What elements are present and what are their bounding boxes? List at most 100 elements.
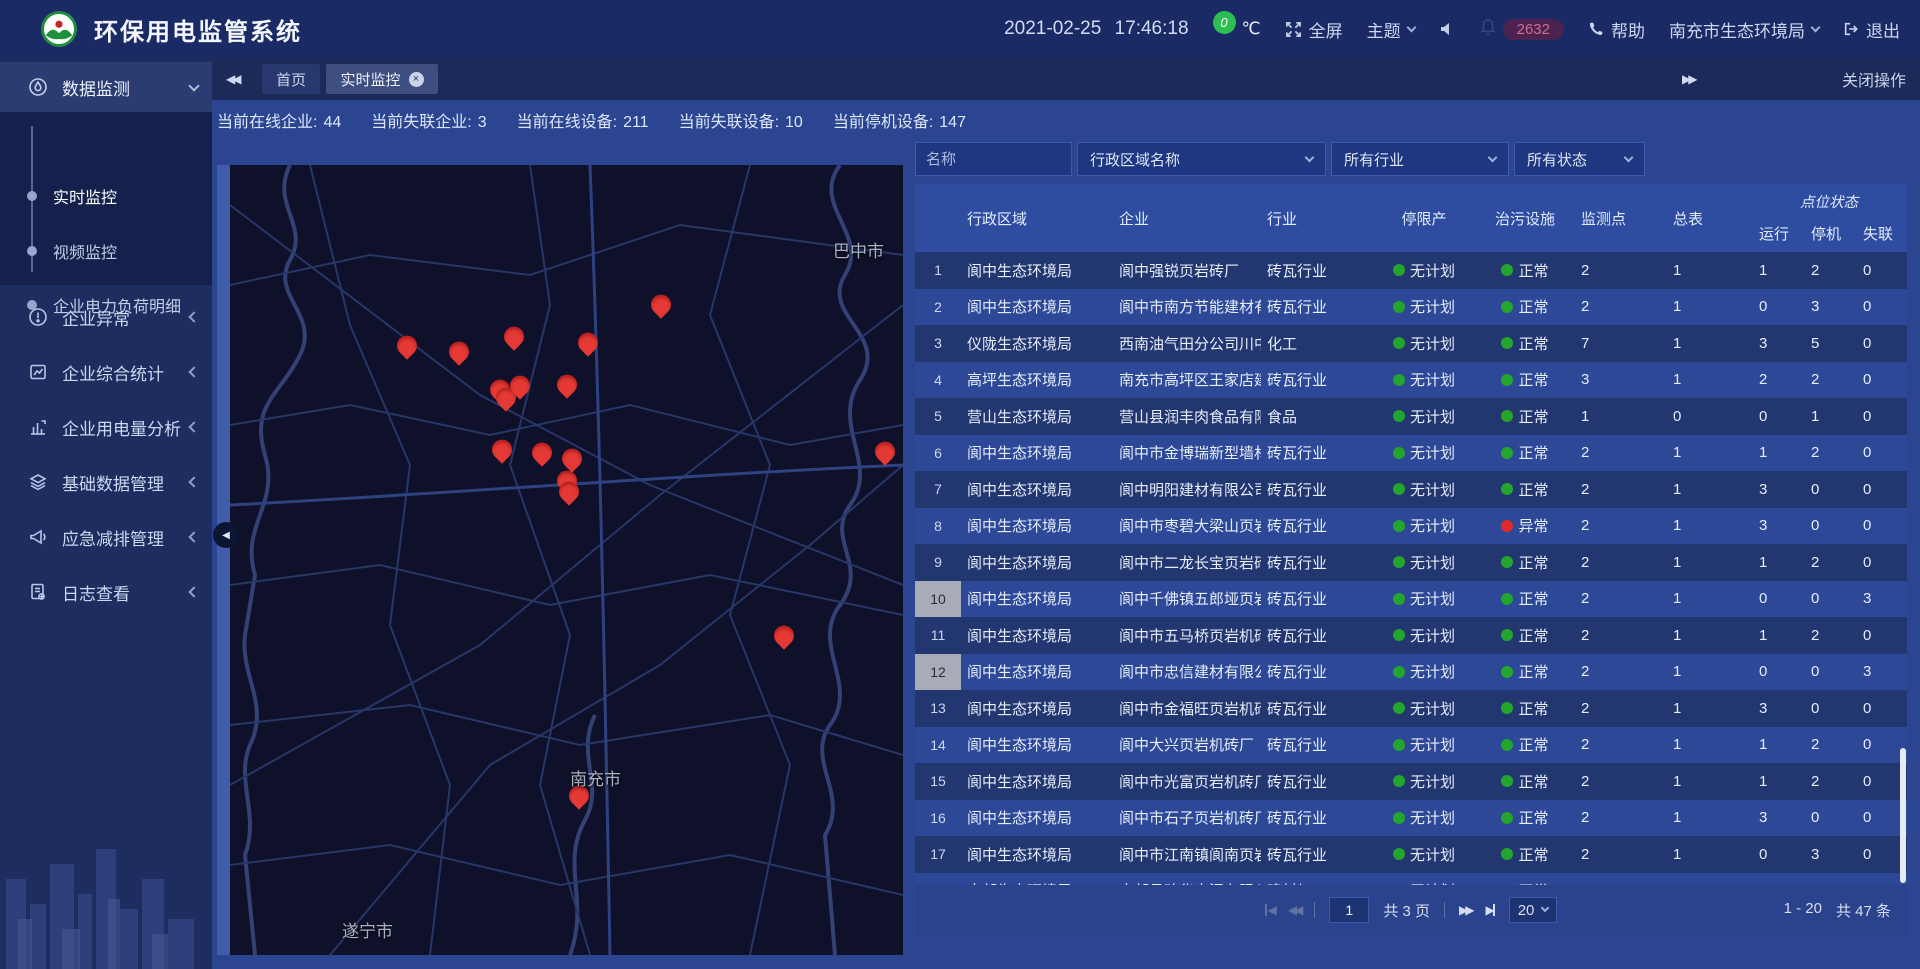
table-row[interactable]: 15阆中生态环境局阆中市光富页岩机砖厂砖瓦行业无计划正常21120 <box>915 763 1907 800</box>
tab-scroll-right-icon[interactable]: ▶▶ <box>1682 58 1694 100</box>
column-header-meters: 总表 <box>1665 184 1751 252</box>
cell-industry: 建材加工 <box>1261 873 1371 886</box>
sidebar-item-base-data[interactable]: 基础数据管理 <box>0 460 212 504</box>
cell-company: 阆中明阳建材有限公司 <box>1113 471 1261 508</box>
org-dropdown[interactable]: 南充市生态环境局 <box>1669 17 1819 42</box>
cell-facility: 正常 <box>1477 362 1573 399</box>
sidebar-item-log-view[interactable]: 日志查看 <box>0 570 212 614</box>
industry-filter-select[interactable]: 所有行业 <box>1331 142 1509 176</box>
cell-region: 南部生态环境局 <box>961 873 1113 886</box>
cell-running: 1 <box>1751 727 1803 764</box>
fullscreen-button[interactable]: 全屏 <box>1285 17 1343 42</box>
cell-facility: 正常 <box>1477 873 1573 886</box>
map-collapse-button[interactable]: ◀ <box>213 522 239 548</box>
tab-realtime-monitoring[interactable]: 实时监控 × <box>326 64 438 94</box>
sidebar-item-data-monitoring[interactable]: 数据监测 <box>0 62 212 112</box>
status-filter-select[interactable]: 所有状态 <box>1514 142 1645 176</box>
mute-button[interactable] <box>1439 21 1455 37</box>
scrollbar-thumb[interactable] <box>1900 748 1906 883</box>
cell-facility: 正常 <box>1477 763 1573 800</box>
stat-stopped-devices: 当前停机设备:147 <box>833 108 966 132</box>
cell-lost: 0 <box>1855 690 1907 727</box>
region-filter-select[interactable]: 行政区域名称 <box>1077 142 1326 176</box>
stats-bar: 当前在线企业:44 当前失联企业:3 当前在线设备:211 当前失联设备:10 … <box>217 100 1917 140</box>
map-panel[interactable]: 巴中市南充市遂宁市 <box>230 165 903 955</box>
status-dot <box>1393 666 1405 678</box>
cell-industry: 砖瓦行业 <box>1261 581 1371 618</box>
sidebar-item-realtime-monitoring[interactable]: 实时监控 <box>0 181 212 211</box>
page-size-select[interactable]: 20 <box>1509 897 1558 923</box>
next-page-button[interactable]: ▶▶ <box>1459 903 1471 917</box>
cell-points: 2 <box>1573 763 1665 800</box>
speaker-icon <box>1439 21 1455 37</box>
cell-points: 2 <box>1573 690 1665 727</box>
theme-dropdown[interactable]: 主题 <box>1367 17 1415 42</box>
status-dot <box>1393 264 1405 276</box>
status-dot <box>1501 666 1513 678</box>
cell-num: 15 <box>915 763 961 800</box>
sidebar-item-company-statistics[interactable]: 企业综合统计 <box>0 350 212 394</box>
cell-num: 18 <box>915 873 961 886</box>
cell-points: 1 <box>1573 398 1665 435</box>
cell-region: 阆中生态环境局 <box>961 654 1113 691</box>
table-row[interactable]: 10阆中生态环境局阆中千佛镇五郎垭页岩砖瓦行业无计划正常21003 <box>915 581 1907 618</box>
table-row[interactable]: 1阆中生态环境局阆中强锐页岩砖厂砖瓦行业无计划正常21120 <box>915 252 1907 289</box>
cell-lost: 3 <box>1855 581 1907 618</box>
cell-meters: 0 <box>1665 873 1751 886</box>
table-row[interactable]: 7阆中生态环境局阆中明阳建材有限公司砖瓦行业无计划正常21300 <box>915 471 1907 508</box>
table-row[interactable]: 2阆中生态环境局阆中市南方节能建材有砖瓦行业无计划正常21030 <box>915 289 1907 326</box>
cell-region: 高坪生态环境局 <box>961 362 1113 399</box>
cell-lost: 0 <box>1855 325 1907 362</box>
bar-chart-icon <box>28 417 48 437</box>
table-row[interactable]: 13阆中生态环境局阆中市金福旺页岩机砖砖瓦行业无计划正常21300 <box>915 690 1907 727</box>
table-row[interactable]: 14阆中生态环境局阆中大兴页岩机砖厂砖瓦行业无计划正常21120 <box>915 727 1907 764</box>
table-row[interactable]: 8阆中生态环境局阆中市枣碧大梁山页岩砖瓦行业无计划异常21300 <box>915 508 1907 545</box>
table-row[interactable]: 4高坪生态环境局南充市高坪区王家店建砖瓦行业无计划正常31220 <box>915 362 1907 399</box>
cell-meters: 1 <box>1665 617 1751 654</box>
sidebar-item-company-abnormal[interactable]: 企业异常 <box>0 295 212 339</box>
cell-limit: 无计划 <box>1371 873 1477 886</box>
close-operations-button[interactable]: 关闭操作 <box>1842 58 1906 100</box>
cell-meters: 1 <box>1665 727 1751 764</box>
sidebar-item-video-monitoring[interactable]: 视频监控 <box>0 236 212 266</box>
header-actions: 2021-02-25 17:46:18 0 ℃ 全屏 主题 <box>1004 17 1920 42</box>
last-page-button[interactable]: ▶ <box>1485 903 1494 917</box>
cell-industry: 砖瓦行业 <box>1261 800 1371 837</box>
cell-company: 阆中市枣碧大梁山页岩 <box>1113 508 1261 545</box>
table-row[interactable]: 9阆中生态环境局阆中市二龙长宝页岩砖砖瓦行业无计划正常21120 <box>915 544 1907 581</box>
status-dot <box>1501 812 1513 824</box>
cell-meters: 1 <box>1665 289 1751 326</box>
sidebar-item-power-analysis[interactable]: 企业用电量分析 <box>0 405 212 449</box>
tab-scroll-left-icon[interactable]: ◀◀ <box>226 58 238 100</box>
status-dot <box>1501 337 1513 349</box>
close-tab-icon[interactable]: × <box>409 72 424 87</box>
table-row[interactable]: 3仪陇生态环境局西南油气田分公司川中化工无计划正常71350 <box>915 325 1907 362</box>
table-row[interactable]: 11阆中生态环境局阆中市五马桥页岩机砖砖瓦行业无计划正常21120 <box>915 617 1907 654</box>
notifications-button[interactable]: 2632 <box>1479 18 1564 41</box>
app-title: 环保用电监管系统 <box>94 12 302 47</box>
column-header-region: 行政区域 <box>961 184 1113 252</box>
table-row[interactable]: 18南部生态环境局南部县砖华水泥有限公建材加工无计划正常50050 <box>915 873 1907 886</box>
help-button[interactable]: 帮助 <box>1588 17 1645 42</box>
cell-meters: 1 <box>1665 763 1751 800</box>
cell-region: 阆中生态环境局 <box>961 289 1113 326</box>
name-filter-input[interactable] <box>915 142 1072 176</box>
logout-button[interactable]: 退出 <box>1843 17 1900 42</box>
cell-industry: 砖瓦行业 <box>1261 727 1371 764</box>
table-row[interactable]: 12阆中生态环境局阆中市忠信建材有限公砖瓦行业无计划正常21003 <box>915 654 1907 691</box>
status-dot <box>1393 301 1405 313</box>
table-row[interactable]: 17阆中生态环境局阆中市江南镇阆南页岩砖瓦行业无计划正常21030 <box>915 836 1907 873</box>
prev-page-button[interactable]: ◀◀ <box>1288 903 1300 917</box>
table-row[interactable]: 5营山生态环境局营山县润丰肉食品有限食品无计划正常10010 <box>915 398 1907 435</box>
cell-industry: 砖瓦行业 <box>1261 654 1371 691</box>
status-dot <box>1393 556 1405 568</box>
table-row[interactable]: 6阆中生态环境局阆中市金博瑞新型墙材砖瓦行业无计划正常21120 <box>915 435 1907 472</box>
page-number-input[interactable] <box>1329 897 1369 923</box>
first-page-button[interactable]: ◀ <box>1265 903 1274 917</box>
cell-region: 阆中生态环境局 <box>961 763 1113 800</box>
bullet-icon <box>27 191 37 201</box>
sidebar-item-emergency-reduction[interactable]: 应急减排管理 <box>0 515 212 559</box>
tab-home[interactable]: 首页 <box>262 64 320 94</box>
table-row[interactable]: 16阆中生态环境局阆中市石子页岩机砖厂砖瓦行业无计划正常21300 <box>915 800 1907 837</box>
cell-limit: 无计划 <box>1371 617 1477 654</box>
